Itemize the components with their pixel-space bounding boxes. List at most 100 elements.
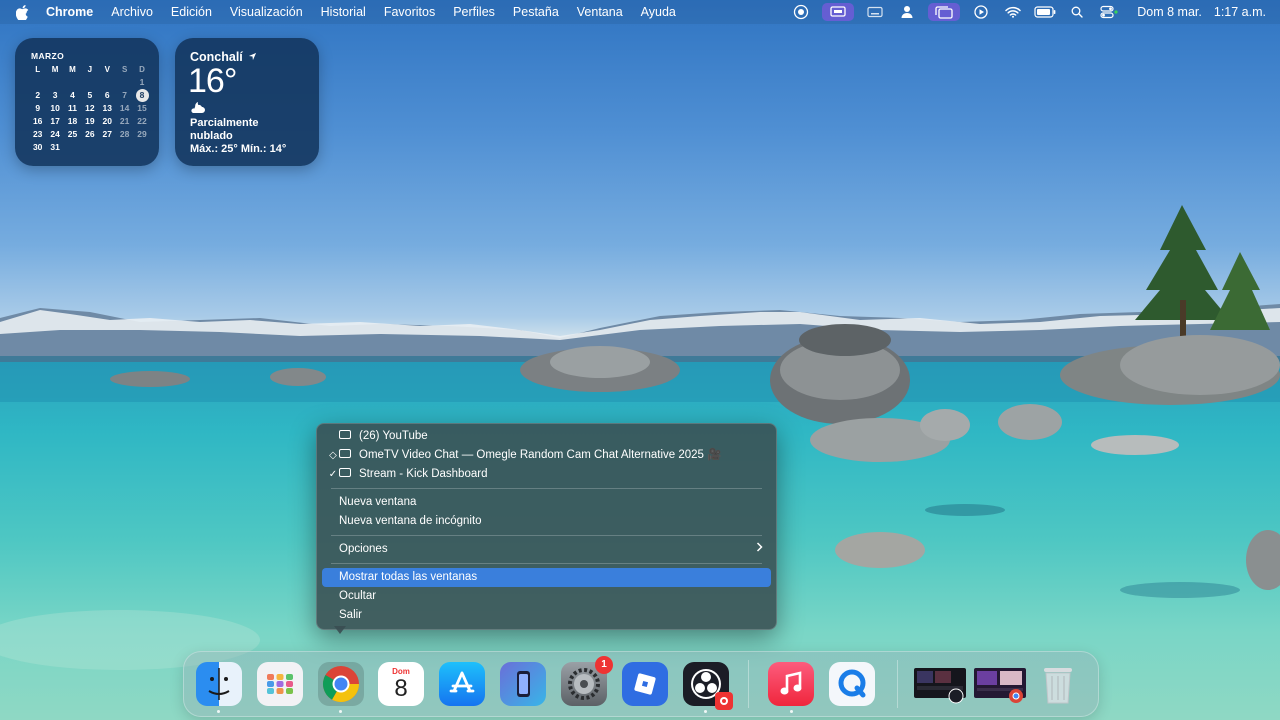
weather-temperature: 16° <box>188 62 237 100</box>
play-icon[interactable] <box>970 3 992 21</box>
calendar-day: 9 <box>35 103 41 113</box>
calendar-day: 6 <box>104 90 110 100</box>
trash-icon[interactable] <box>1035 662 1081 706</box>
location-arrow-icon <box>249 52 257 61</box>
menu-perfiles[interactable]: Perfiles <box>453 5 495 19</box>
user-icon[interactable] <box>896 3 918 21</box>
calendar-day: 29 <box>137 129 147 139</box>
new-incognito-window-item[interactable]: Nueva ventana de incógnito <box>322 512 771 531</box>
calendar-day: 1 <box>139 77 145 87</box>
iphone-mirroring-icon[interactable] <box>500 662 546 706</box>
menu-visualizacion[interactable]: Visualización <box>230 5 303 19</box>
chrome-dock-context-menu: (26) YouTube ◇ OmeTV Video Chat — Omegle… <box>316 423 777 630</box>
system-settings-icon[interactable]: 1 <box>561 656 613 706</box>
menubar-date[interactable]: Dom 8 mar. <box>1137 5 1202 19</box>
calendar-week-row: 2 3 4 5 6 78 <box>29 89 151 102</box>
calendar-day: 5 <box>87 90 93 100</box>
notification-badge: 1 <box>595 656 613 674</box>
window-icon <box>339 449 351 459</box>
window-icon <box>339 430 351 440</box>
music-icon[interactable] <box>768 662 814 706</box>
window-title: OmeTV Video Chat — Omegle Random Cam Cha… <box>359 449 722 461</box>
calendar-day: 2 <box>35 90 41 100</box>
spotlight-search-icon[interactable] <box>1066 3 1088 21</box>
launchpad-icon[interactable] <box>257 662 303 706</box>
context-menu-pointer <box>334 626 346 634</box>
stage-manager-icon[interactable] <box>928 3 961 21</box>
dock-separator <box>748 660 749 708</box>
weather-widget[interactable]: Conchalí 16° Parcialmente nublado Máx.: … <box>175 38 319 166</box>
calendar-day: 27 <box>102 129 112 139</box>
wifi-icon[interactable] <box>1002 3 1024 21</box>
calendar-day: 11 <box>67 103 77 113</box>
window-item-youtube[interactable]: (26) YouTube <box>322 427 771 446</box>
calendar-day: 25 <box>67 129 78 139</box>
calendar-day <box>81 141 98 154</box>
calendar-day: 22 <box>137 116 147 126</box>
calendar-today: 8 <box>133 89 150 102</box>
menu-bar: Chrome Archivo Edición Visualización His… <box>0 0 1280 24</box>
calendar-week-row: 1 <box>29 76 151 89</box>
menu-edicion[interactable]: Edición <box>171 5 212 19</box>
calendar-day <box>46 76 63 89</box>
calendar-day: 15 <box>137 103 147 113</box>
calendar-day: 21 <box>119 116 130 126</box>
chevron-right-icon <box>756 540 763 559</box>
active-app-name[interactable]: Chrome <box>46 5 93 19</box>
running-indicator <box>790 710 793 713</box>
hide-item[interactable]: Ocultar <box>322 587 771 606</box>
weekday-label: S <box>121 65 128 74</box>
calendar-day: 18 <box>67 116 78 126</box>
new-window-item[interactable]: Nueva ventana <box>322 493 771 512</box>
calendar-day <box>64 141 81 154</box>
calendar-month: MARZO <box>31 51 65 61</box>
chrome-icon[interactable] <box>318 662 364 706</box>
minimized-diamond-icon: ◇ <box>329 450 337 461</box>
app-store-icon[interactable] <box>439 662 485 706</box>
quicktime-icon[interactable] <box>829 662 875 706</box>
window-icon <box>339 468 351 478</box>
menu-separator <box>331 488 762 489</box>
calendar-day <box>64 76 81 89</box>
calendar-day <box>133 141 150 154</box>
calendar-day: 17 <box>50 116 60 126</box>
screen-record-icon[interactable] <box>790 3 812 21</box>
calendar-week-row: 9 10 11 12 13 14 15 <box>29 102 151 115</box>
menu-ventana[interactable]: Ventana <box>577 5 623 19</box>
quit-item[interactable]: Salir <box>322 606 771 625</box>
checkmark-icon: ✓ <box>328 469 338 480</box>
calendar-day: 3 <box>52 90 58 100</box>
calendar-widget[interactable]: MARZO L M M J V S D 1 2 3 4 5 6 7 8 9 10 11 12 13 14 1… <box>15 38 159 166</box>
window-item-ometv[interactable]: ◇ OmeTV Video Chat — Omegle Random Cam C… <box>322 446 771 465</box>
apple-menu-icon[interactable] <box>16 4 32 20</box>
calendar-day: 26 <box>85 129 95 139</box>
menu-separator <box>331 563 762 564</box>
menu-pestana[interactable]: Pestaña <box>513 5 559 19</box>
show-all-windows-item[interactable]: Mostrar todas las ventanas <box>322 568 771 587</box>
calendar-week-row: 16 17 18 19 20 21 22 <box>29 115 151 128</box>
menubar-time[interactable]: 1:17 a.m. <box>1214 5 1266 19</box>
control-center-icon[interactable] <box>1098 3 1120 21</box>
screen-mirroring-icon[interactable] <box>822 3 855 21</box>
calendar-icon[interactable]: Dom 8 <box>378 662 424 706</box>
calendar-day <box>116 76 133 89</box>
keyboard-icon[interactable] <box>864 3 886 21</box>
menu-archivo[interactable]: Archivo <box>111 5 153 19</box>
menu-ayuda[interactable]: Ayuda <box>641 5 676 19</box>
weekday-label: D <box>139 65 145 74</box>
calendar-day: 16 <box>32 116 43 126</box>
calendar-day <box>29 76 46 89</box>
menu-favoritos[interactable]: Favoritos <box>384 5 435 19</box>
minimized-window-thumbnail[interactable] <box>972 662 1028 706</box>
options-label: Opciones <box>339 543 388 555</box>
roblox-icon[interactable] <box>622 662 668 706</box>
options-item[interactable]: Opciones <box>322 540 771 559</box>
running-indicator <box>339 710 342 713</box>
battery-icon[interactable] <box>1034 3 1056 21</box>
window-item-kick-dashboard[interactable]: ✓ Stream - Kick Dashboard <box>322 465 771 484</box>
obs-icon[interactable] <box>683 662 733 710</box>
finder-icon[interactable] <box>196 662 242 706</box>
calendar-day: 10 <box>50 103 60 113</box>
menu-historial[interactable]: Historial <box>321 5 366 19</box>
minimized-window-thumbnail[interactable] <box>912 662 968 706</box>
